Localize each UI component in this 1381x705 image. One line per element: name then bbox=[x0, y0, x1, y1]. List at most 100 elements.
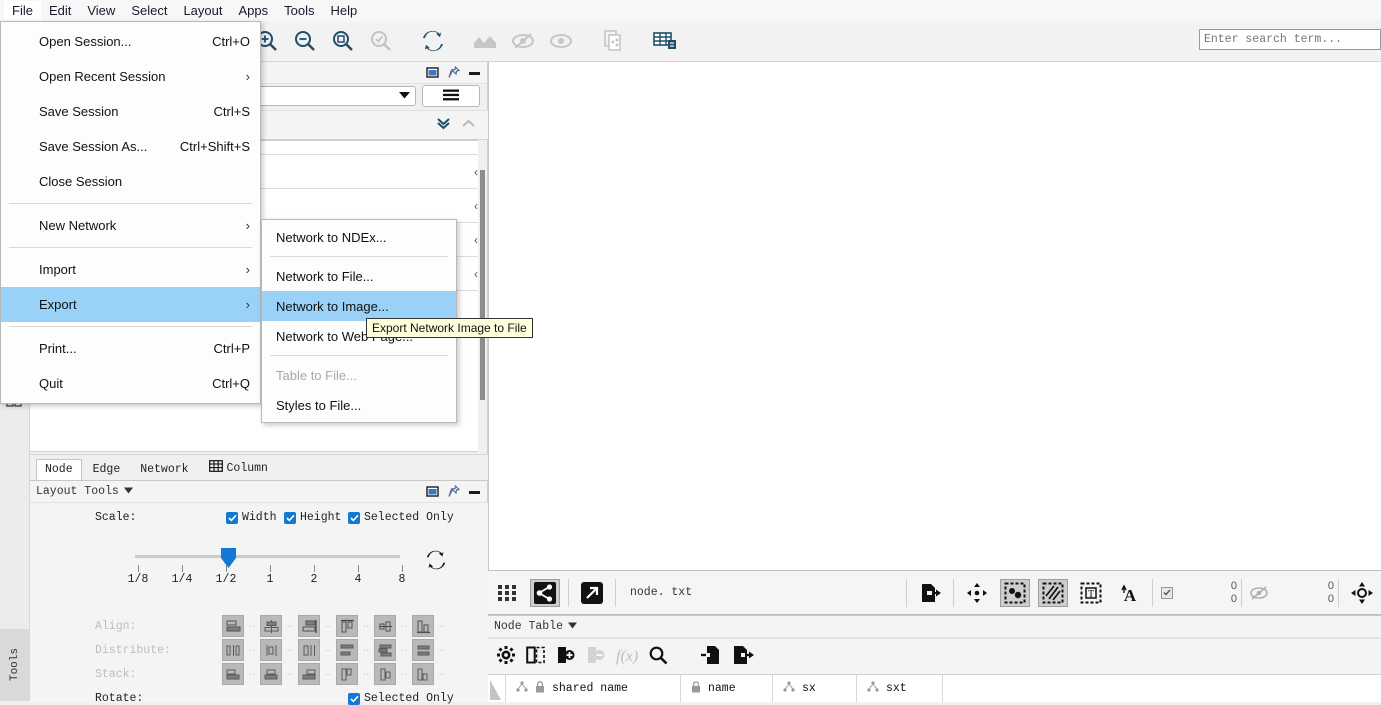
file-menu-item-save-session[interactable]: Save Session Ctrl+S bbox=[1, 94, 260, 129]
distribute-horizontal-center-button[interactable] bbox=[260, 639, 282, 661]
style-list-scrollbar[interactable] bbox=[478, 140, 487, 452]
export-menu-item-network-to-file[interactable]: Network to File... bbox=[262, 261, 456, 291]
collapse-all-icon[interactable] bbox=[461, 117, 476, 133]
function-builder-icon[interactable]: f(x) bbox=[616, 648, 638, 666]
file-menu-item-close-session[interactable]: Close Session bbox=[1, 164, 260, 199]
menu-layout[interactable]: Layout bbox=[175, 1, 230, 20]
file-menu-item-print[interactable]: Print... Ctrl+P bbox=[1, 331, 260, 366]
pin-window-icon[interactable] bbox=[447, 65, 461, 79]
zoom-selected-icon[interactable] bbox=[362, 22, 400, 60]
menu-view[interactable]: View bbox=[79, 1, 123, 20]
menu-apps[interactable]: Apps bbox=[231, 1, 277, 20]
show-all-nodes-icon[interactable] bbox=[466, 22, 504, 60]
stack-center-button[interactable] bbox=[260, 663, 282, 685]
scale-height-checkbox[interactable]: Height bbox=[284, 511, 341, 524]
network-view-icon[interactable] bbox=[530, 578, 560, 607]
expand-all-icon[interactable] bbox=[436, 117, 451, 133]
stack-right-button[interactable] bbox=[298, 663, 320, 685]
float-window-icon[interactable] bbox=[426, 485, 439, 498]
style-options-button[interactable] bbox=[422, 85, 480, 107]
export-menu-item-network-to-image[interactable]: Network to Image... bbox=[262, 291, 456, 321]
menu-file[interactable]: File bbox=[4, 1, 41, 20]
settings-gear-icon[interactable] bbox=[496, 645, 516, 668]
align-middle-vertical-button[interactable] bbox=[374, 615, 396, 637]
align-right-button[interactable] bbox=[298, 615, 320, 637]
file-menu-item-open-session[interactable]: Open Session... Ctrl+O bbox=[1, 24, 260, 59]
file-menu-item-export[interactable]: Export › bbox=[1, 287, 260, 322]
menu-edit[interactable]: Edit bbox=[41, 1, 79, 20]
delete-column-icon[interactable] bbox=[586, 645, 606, 668]
tab-column[interactable]: Column bbox=[200, 456, 277, 480]
align-left-button[interactable] bbox=[222, 615, 244, 637]
apply-layout-icon[interactable] bbox=[414, 22, 452, 60]
align-bottom-button[interactable] bbox=[412, 615, 434, 637]
align-center-horizontal-button[interactable] bbox=[260, 615, 282, 637]
file-menu-item-new-network[interactable]: New Network › bbox=[1, 208, 260, 243]
select-edges-icon[interactable] bbox=[1038, 578, 1068, 607]
minimize-window-icon[interactable] bbox=[468, 485, 481, 498]
zoom-out-icon[interactable] bbox=[286, 22, 324, 60]
column-header-shared-name[interactable]: shared name bbox=[506, 675, 681, 702]
distribute-vertical-center-button[interactable] bbox=[374, 639, 396, 661]
chevron-down-icon[interactable] bbox=[568, 620, 578, 633]
distribute-horizontal-left-button[interactable] bbox=[222, 639, 244, 661]
network-canvas[interactable] bbox=[489, 62, 1381, 570]
toggle-labels-icon[interactable]: A bbox=[1114, 579, 1144, 607]
column-header-sx[interactable]: sx bbox=[773, 675, 857, 702]
tab-node[interactable]: Node bbox=[36, 459, 82, 480]
column-header-name[interactable]: name bbox=[681, 675, 773, 702]
menu-tools[interactable]: Tools bbox=[276, 1, 322, 20]
stack-middle-button[interactable] bbox=[374, 663, 396, 685]
grid-view-icon[interactable] bbox=[492, 579, 522, 607]
import-table-icon[interactable] bbox=[700, 644, 722, 669]
detach-view-icon[interactable] bbox=[577, 579, 607, 607]
file-menu-dropdown[interactable]: Open Session... Ctrl+O Open Recent Session… bbox=[0, 21, 261, 404]
file-menu-item-save-session-as[interactable]: Save Session As... Ctrl+Shift+S bbox=[1, 129, 260, 164]
results-panel-icon[interactable] bbox=[646, 22, 684, 60]
menu-help[interactable]: Help bbox=[323, 1, 366, 20]
hide-selected-icon[interactable] bbox=[504, 22, 542, 60]
scale-slider-thumb[interactable] bbox=[220, 547, 237, 569]
export-view-icon[interactable] bbox=[915, 579, 945, 607]
column-header-sxt[interactable]: sxt bbox=[857, 675, 943, 702]
export-menu-item-styles-to-file[interactable]: Styles to File... bbox=[262, 390, 456, 420]
stack-bottom-button[interactable] bbox=[412, 663, 434, 685]
pan-mode-icon[interactable] bbox=[962, 579, 992, 607]
scale-reset-icon[interactable] bbox=[425, 549, 447, 574]
fit-selection-icon[interactable] bbox=[1347, 579, 1377, 607]
search-input[interactable] bbox=[1199, 29, 1381, 50]
select-annotations-icon[interactable]: T bbox=[1076, 579, 1106, 607]
show-selected-icon[interactable] bbox=[542, 22, 580, 60]
stack-left-button[interactable] bbox=[222, 663, 244, 685]
export-menu-item-table-to-file[interactable]: Table to File... bbox=[262, 360, 456, 390]
export-menu-item-network-to-ndex[interactable]: Network to NDEx... bbox=[262, 222, 456, 252]
select-nodes-icon[interactable] bbox=[1000, 578, 1030, 607]
tab-edge[interactable]: Edge bbox=[84, 459, 130, 480]
share-document-icon[interactable] bbox=[594, 22, 632, 60]
scale-width-checkbox[interactable]: Width bbox=[226, 511, 277, 524]
toggle-columns-icon[interactable] bbox=[526, 645, 546, 668]
distribute-horizontal-right-button[interactable] bbox=[298, 639, 320, 661]
chevron-down-icon[interactable] bbox=[123, 485, 133, 498]
menu-select[interactable]: Select bbox=[123, 1, 175, 20]
scale-selected-only-checkbox[interactable]: Selected Only bbox=[348, 511, 454, 524]
file-menu-item-quit[interactable]: Quit Ctrl+Q bbox=[1, 366, 260, 401]
network-view[interactable] bbox=[488, 62, 1381, 570]
file-menu-item-open-recent-session[interactable]: Open Recent Session › bbox=[1, 59, 260, 94]
sidebar-item-tools[interactable]: Tools bbox=[0, 629, 30, 701]
add-column-icon[interactable] bbox=[556, 645, 576, 668]
pin-window-icon[interactable] bbox=[447, 484, 461, 498]
float-window-icon[interactable] bbox=[426, 66, 439, 79]
selection-toggle-checkbox[interactable] bbox=[1157, 586, 1177, 599]
file-menu-item-import[interactable]: Import › bbox=[1, 252, 260, 287]
zoom-fit-icon[interactable] bbox=[324, 22, 362, 60]
distribute-vertical-top-button[interactable] bbox=[336, 639, 358, 661]
align-top-button[interactable] bbox=[336, 615, 358, 637]
rotate-selected-only-checkbox[interactable]: Selected Only bbox=[348, 692, 454, 705]
tab-network[interactable]: Network bbox=[131, 459, 197, 480]
scale-slider-track[interactable] bbox=[135, 555, 400, 558]
search-table-icon[interactable] bbox=[648, 645, 668, 668]
stack-top-button[interactable] bbox=[336, 663, 358, 685]
export-table-icon[interactable] bbox=[732, 644, 755, 669]
distribute-vertical-bottom-button[interactable] bbox=[412, 639, 434, 661]
